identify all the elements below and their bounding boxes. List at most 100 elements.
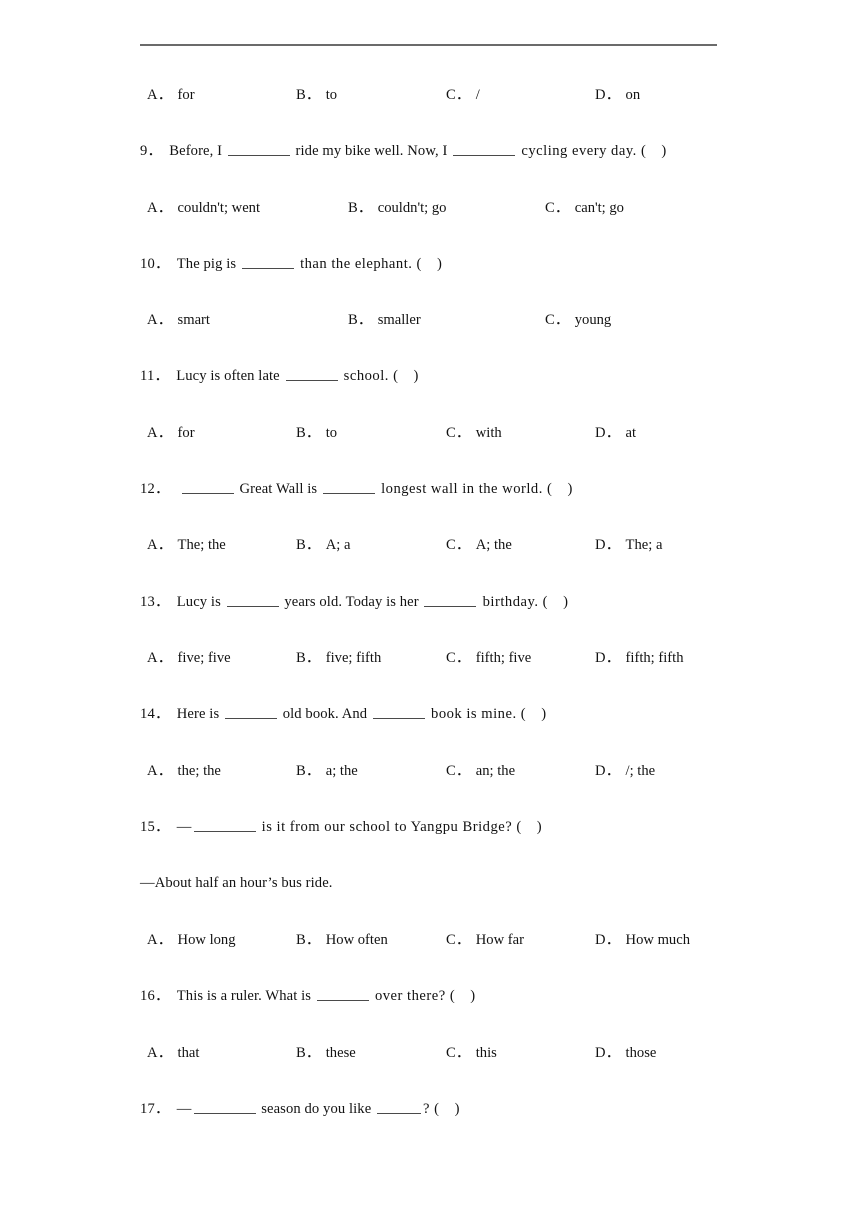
question-14-blank-1 bbox=[224, 707, 277, 719]
question-9-number: 9． bbox=[140, 143, 163, 159]
question-10-text-part-2: than the elephant. ( ) bbox=[295, 256, 443, 272]
option-a-text: for bbox=[177, 87, 195, 103]
options-row-q14: A． the; the B． a; the C． an; the D．/; the bbox=[0, 761, 860, 781]
option-d[interactable]: D． How much bbox=[595, 930, 690, 950]
option-a-mark: A． bbox=[147, 650, 173, 666]
option-d[interactable]: D． at bbox=[595, 423, 636, 443]
question-17-text-part-2: ? ( ) bbox=[423, 1101, 460, 1117]
question-13-stem: 13． Lucy is years old. Today is her birth… bbox=[140, 592, 568, 612]
option-c-mark: C． bbox=[446, 1045, 471, 1061]
question-13-blank-2 bbox=[424, 595, 477, 607]
option-d-text: fifth; fifth bbox=[625, 650, 684, 666]
option-b[interactable]: B． to bbox=[296, 85, 337, 105]
option-b-text: smaller bbox=[377, 312, 421, 328]
option-b[interactable]: B． smaller bbox=[348, 310, 421, 330]
option-b-text: A; a bbox=[325, 537, 351, 553]
option-a[interactable]: A． couldn't; went bbox=[147, 198, 260, 218]
option-b-text: to bbox=[325, 87, 338, 103]
option-b-text: these bbox=[325, 1045, 356, 1061]
question-14-text-part-3: book is mine. ( ) bbox=[426, 706, 547, 722]
options-row-q11: A． for B． to C． with D． at bbox=[0, 423, 860, 443]
option-d-mark: D． bbox=[595, 650, 621, 666]
option-b-mark: B． bbox=[296, 1045, 321, 1061]
question-11-text-part-1: Lucy is often late bbox=[176, 368, 284, 384]
question-13-number: 13． bbox=[140, 594, 170, 610]
option-b[interactable]: B． A; a bbox=[296, 535, 350, 555]
options-row-q15: A． How long B． How often C． How far D． How m… bbox=[0, 930, 860, 950]
option-a[interactable]: A． How long bbox=[147, 930, 236, 950]
options-row-q10: A． smart B． smaller C． young bbox=[0, 310, 860, 330]
question-9-stem: 9． Before, I ride my bike well. Now, I cy… bbox=[140, 141, 667, 161]
option-c-mark: C． bbox=[446, 537, 471, 553]
option-b-text: five; fifth bbox=[325, 650, 382, 666]
option-d-text: /; the bbox=[625, 763, 656, 779]
option-d-mark: D． bbox=[595, 537, 621, 553]
option-d-mark: D． bbox=[595, 425, 621, 441]
option-a[interactable]: A． the; the bbox=[147, 761, 221, 781]
option-b-mark: B． bbox=[296, 650, 321, 666]
question-12-text-part-2: longest wall in the world. ( ) bbox=[376, 481, 573, 497]
question-12-blank-1 bbox=[181, 482, 234, 494]
option-d[interactable]: D． fifth; fifth bbox=[595, 648, 684, 668]
question-15-number: 15． bbox=[140, 819, 170, 835]
option-c[interactable]: C． young bbox=[545, 310, 611, 330]
option-c[interactable]: C． can't; go bbox=[545, 198, 624, 218]
option-d[interactable]: D．/; the bbox=[595, 761, 655, 781]
option-b[interactable]: B． How often bbox=[296, 930, 388, 950]
option-b-mark: B． bbox=[348, 200, 373, 216]
option-b[interactable]: B． couldn't; go bbox=[348, 198, 446, 218]
option-c[interactable]: C． with bbox=[446, 423, 502, 443]
option-a[interactable]: A． The; the bbox=[147, 535, 226, 555]
question-17-stem: 17． — season do you like ? ( ) bbox=[140, 1099, 460, 1119]
option-b-text: couldn't; go bbox=[377, 200, 447, 216]
question-9-blank-1 bbox=[227, 144, 290, 156]
question-9-blank-2 bbox=[453, 144, 516, 156]
option-b-text: to bbox=[325, 425, 338, 441]
option-b[interactable]: B． these bbox=[296, 1043, 356, 1063]
option-a-mark: A． bbox=[147, 763, 173, 779]
option-a[interactable]: A． five; five bbox=[147, 648, 231, 668]
option-d-mark: D． bbox=[595, 1045, 621, 1061]
option-b[interactable]: B． five; fifth bbox=[296, 648, 381, 668]
question-11-blank-1 bbox=[285, 369, 338, 381]
option-a-mark: A． bbox=[147, 425, 173, 441]
question-17-blank-2 bbox=[377, 1102, 422, 1114]
option-a[interactable]: A． smart bbox=[147, 310, 210, 330]
option-c[interactable]: C． an; the bbox=[446, 761, 515, 781]
question-16-stem: 16． This is a ruler. What is over there? … bbox=[140, 986, 476, 1006]
option-a[interactable]: A． for bbox=[147, 423, 195, 443]
question-10-stem: 10． The pig is than the elephant. ( ) bbox=[140, 254, 442, 274]
question-15-blank-1 bbox=[193, 820, 256, 832]
question-15-stem: 15． — is it from our school to Yangpu Bri… bbox=[140, 817, 542, 837]
question-16-text-part-2: over there? ( ) bbox=[370, 988, 476, 1004]
option-a[interactable]: A． for bbox=[147, 85, 195, 105]
option-c-mark: C． bbox=[446, 763, 471, 779]
option-d-text: at bbox=[625, 425, 637, 441]
option-c-text: A; the bbox=[475, 537, 512, 553]
question-10-number: 10． bbox=[140, 256, 170, 272]
option-c[interactable]: C． / bbox=[446, 85, 480, 105]
question-12-number: 12． bbox=[140, 481, 170, 497]
option-d[interactable]: D． those bbox=[595, 1043, 656, 1063]
question-11-stem: 11． Lucy is often late school. ( ) bbox=[140, 366, 419, 386]
option-b-mark: B． bbox=[296, 932, 321, 948]
option-d[interactable]: D． on bbox=[595, 85, 640, 105]
top-horizontal-rule bbox=[140, 44, 717, 46]
option-c[interactable]: C． How far bbox=[446, 930, 524, 950]
options-row-q13: A． five; five B． five; fifth C． fifth; five… bbox=[0, 648, 860, 668]
option-d[interactable]: D． The; a bbox=[595, 535, 662, 555]
question-13-text-part-1: Lucy is bbox=[176, 594, 225, 610]
option-a[interactable]: A． that bbox=[147, 1043, 199, 1063]
option-c-text: can't; go bbox=[574, 200, 624, 216]
option-c-text: fifth; five bbox=[475, 650, 532, 666]
option-a-mark: A． bbox=[147, 87, 173, 103]
option-c[interactable]: C． this bbox=[446, 1043, 497, 1063]
question-16-number: 16． bbox=[140, 988, 170, 1004]
option-d-text: The; a bbox=[625, 537, 663, 553]
option-b[interactable]: B． a; the bbox=[296, 761, 358, 781]
option-c[interactable]: C． fifth; five bbox=[446, 648, 531, 668]
option-b[interactable]: B． to bbox=[296, 423, 337, 443]
question-10-blank-1 bbox=[241, 257, 294, 269]
option-c[interactable]: C． A; the bbox=[446, 535, 512, 555]
option-c-mark: C． bbox=[545, 312, 570, 328]
